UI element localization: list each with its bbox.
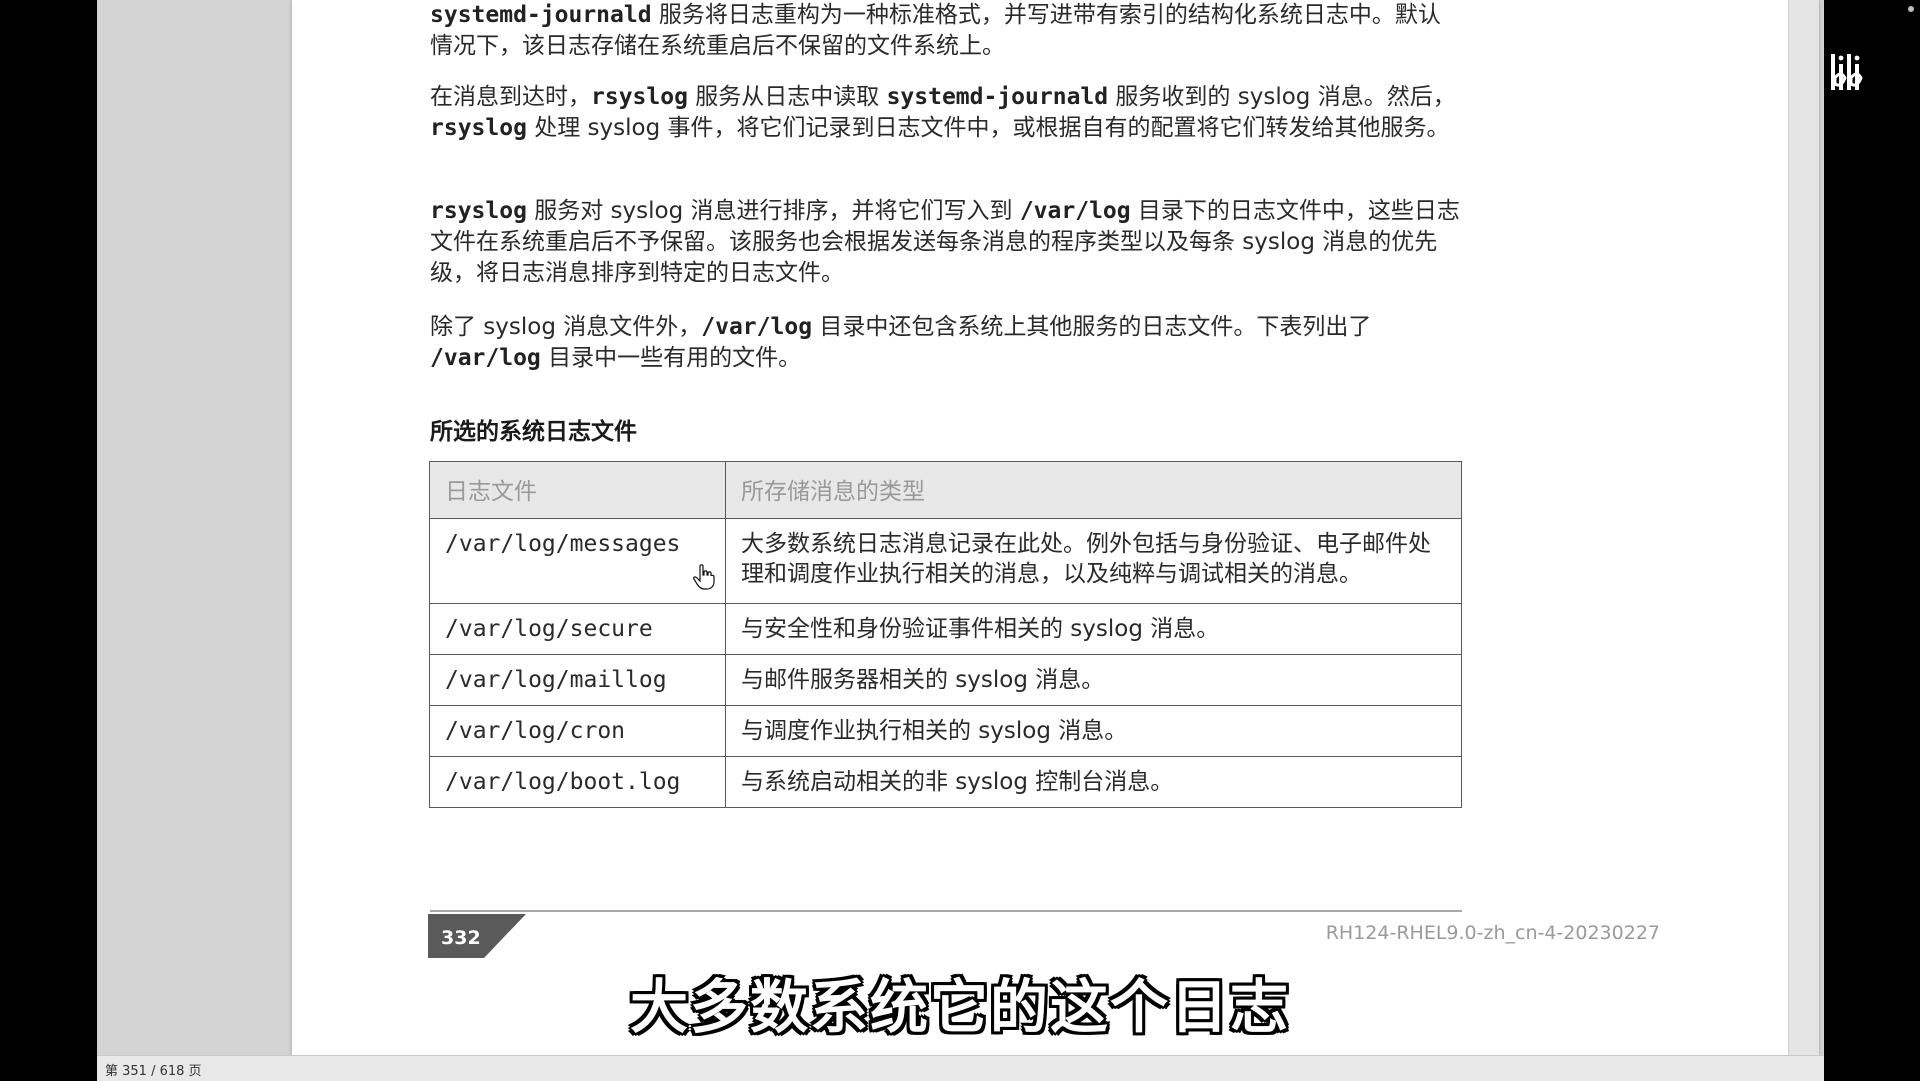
table-header-row: 日志文件 所存储消息的类型 — [429, 461, 1462, 519]
log-file-description: 与安全性和身份验证事件相关的 syslog 消息。 — [725, 603, 1462, 655]
table-row: /var/log/messages 大多数系统日志消息记录在此处。例外包括与身份… — [429, 518, 1462, 604]
text-run: 处理 syslog 事件，将它们记录到日志文件中，或根据自有的配置将它们转发给其… — [526, 115, 1450, 141]
inline-code: /var/log — [1019, 198, 1131, 224]
document-id: RH124-RHEL9.0-zh_cn-4-20230227 — [1325, 922, 1660, 944]
text-run: 服务对 syslog 消息进行排序，并将它们写入到 — [526, 198, 1020, 224]
text-run: 服务收到的 syslog 消息。然后， — [1108, 84, 1456, 110]
page-right-gutter — [1788, 0, 1819, 1055]
inline-code: rsyslog — [430, 115, 527, 141]
inline-code: systemd-journald — [430, 2, 652, 28]
log-file-path: /var/log/boot.log — [429, 756, 726, 808]
inline-code: rsyslog — [430, 198, 527, 224]
inline-code: /var/log — [430, 345, 541, 371]
table-row: /var/log/secure 与安全性和身份验证事件相关的 syslog 消息… — [429, 603, 1462, 655]
text-run: 除了 syslog 消息文件外， — [430, 314, 702, 340]
page-indicator: 第 351 / 618 页 — [105, 1064, 202, 1079]
log-file-path: /var/log/messages — [429, 518, 726, 604]
inline-code: /var/log — [701, 314, 813, 340]
hand-pointer-icon — [693, 564, 715, 590]
paragraph: systemd-journald 服务将日志重构为一种标准格式，并写进带有索引的… — [430, 0, 1462, 62]
inline-code: rsyslog — [591, 84, 688, 110]
log-file-description: 与调度作业执行相关的 syslog 消息。 — [725, 705, 1462, 757]
paragraph: 在消息到达时，rsyslog 服务从日志中读取 systemd-journald… — [430, 82, 1462, 144]
status-bar: 第 351 / 618 页 — [97, 1055, 1824, 1081]
log-file-description: 大多数系统日志消息记录在此处。例外包括与身份验证、电子邮件处理和调度作业执行相关… — [725, 518, 1462, 604]
header-log-file: 日志文件 — [429, 461, 726, 519]
scroll-indicator[interactable] — [1908, 6, 1914, 12]
log-file-description: 与系统启动相关的非 syslog 控制台消息。 — [725, 756, 1462, 808]
log-file-path: /var/log/cron — [429, 705, 726, 757]
table-row: /var/log/boot.log 与系统启动相关的非 syslog 控制台消息… — [429, 756, 1462, 808]
section-title: 所选的系统日志文件 — [430, 419, 637, 445]
text-run: 目录中还包含系统上其他服务的日志文件。下表列出了 — [812, 314, 1372, 340]
video-subtitle: 大多数系统它的这个日志 — [629, 973, 1290, 1041]
page-number: 332 — [441, 927, 481, 949]
log-file-path: /var/log/secure — [429, 603, 726, 655]
text-run: 服务从日志中读取 — [687, 84, 887, 110]
bilibili-logo-icon — [1831, 54, 1863, 90]
paragraph: rsyslog 服务对 syslog 消息进行排序，并将它们写入到 /var/l… — [430, 196, 1462, 289]
header-message-type: 所存储消息的类型 — [725, 461, 1462, 519]
footer-rule — [430, 910, 1462, 912]
text-run: 在消息到达时， — [430, 84, 591, 110]
table-row: /var/log/cron 与调度作业执行相关的 syslog 消息。 — [429, 705, 1462, 757]
paragraph: 除了 syslog 消息文件外，/var/log 目录中还包含系统上其他服务的日… — [430, 312, 1462, 374]
inline-code: systemd-journald — [886, 84, 1109, 110]
table-row: /var/log/maillog 与邮件服务器相关的 syslog 消息。 — [429, 654, 1462, 706]
log-file-path: /var/log/maillog — [429, 654, 726, 706]
text-run: 目录中一些有用的文件。 — [540, 345, 802, 371]
log-file-description: 与邮件服务器相关的 syslog 消息。 — [725, 654, 1462, 706]
log-files-table: 日志文件 所存储消息的类型 /var/log/messages 大多数系统日志消… — [429, 461, 1462, 808]
